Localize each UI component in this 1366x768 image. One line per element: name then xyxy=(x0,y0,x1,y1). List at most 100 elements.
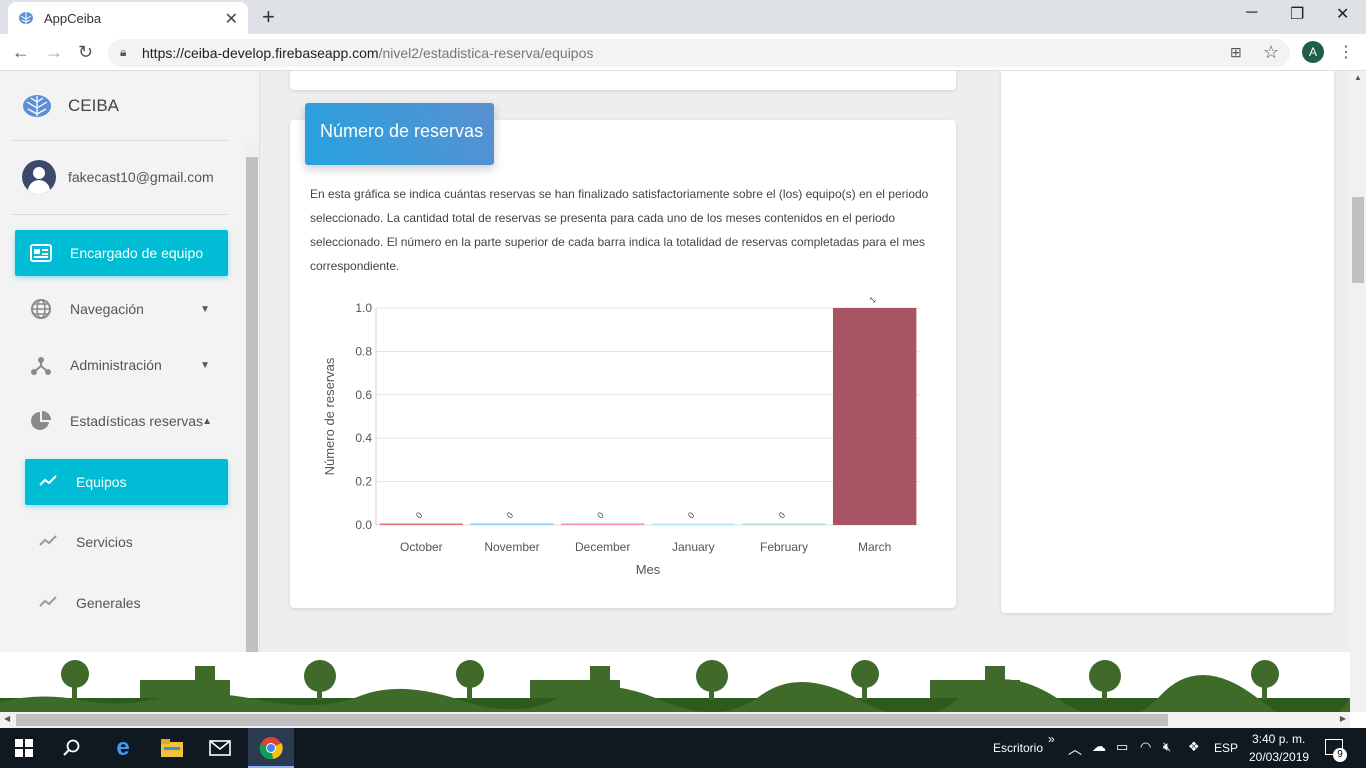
card-title: Número de reservas xyxy=(305,103,494,165)
x-tick-label: March xyxy=(858,540,891,554)
pie-chart-icon xyxy=(29,409,53,433)
bookmark-star-icon[interactable]: ☆ xyxy=(1263,42,1279,63)
divider xyxy=(12,140,228,141)
bar-january xyxy=(651,523,736,525)
sidebar-subitem-label: Equipos xyxy=(76,474,127,490)
y-tick-label: 0.0 xyxy=(355,518,372,532)
language-indicator[interactable]: ESP xyxy=(1214,741,1238,755)
y-tick-label: 0.8 xyxy=(355,344,372,358)
side-card xyxy=(1001,71,1334,613)
caret-down-icon: ▼ xyxy=(200,359,210,371)
mail-icon[interactable] xyxy=(208,736,232,760)
browser-menu-icon[interactable]: ⋮ xyxy=(1338,42,1354,62)
app-name: CEIBA xyxy=(68,96,120,115)
sidebar-item-encargado[interactable]: Encargado de equipo xyxy=(15,230,228,276)
sidebar-subitem-equipos[interactable]: Equipos xyxy=(25,459,228,505)
sidebar-item-label: Navegación xyxy=(70,301,144,317)
network-icon xyxy=(29,353,53,377)
sidebar-subitem-generales[interactable]: Generales xyxy=(25,580,228,626)
bar-value-label: 0 xyxy=(777,510,788,521)
caret-down-icon: ▼ xyxy=(200,303,210,315)
sidebar-item-administracion[interactable]: Administración ▼ xyxy=(15,342,228,388)
trending-icon xyxy=(39,534,59,550)
ceiba-tree-icon xyxy=(23,95,51,117)
bar-chart: 0.0 0.2 0.4 0.6 0.8 1.0 0 October 0 November 0 Dece… xyxy=(322,295,920,577)
back-icon[interactable]: ← xyxy=(12,42,30,63)
restore-icon[interactable]: ❐ xyxy=(1290,4,1304,24)
sidebar-item-label: Estadísticas reservas xyxy=(70,413,204,429)
dropbox-icon[interactable]: ❖ xyxy=(1188,739,1200,755)
edge-browser-icon[interactable]: e xyxy=(111,734,135,761)
browser-tab[interactable]: AppCeiba ✕ xyxy=(8,2,248,34)
new-tab-icon[interactable]: + xyxy=(262,4,275,30)
lock-icon: 🔒︎ xyxy=(120,45,127,59)
sidebar-subitem-servicios[interactable]: Servicios xyxy=(25,519,228,565)
reload-icon[interactable]: ↻ xyxy=(78,42,93,63)
clock-date[interactable]: 20/03/2019 xyxy=(1249,750,1309,764)
sidebar-item-navegacion[interactable]: Navegación ▼ xyxy=(15,286,228,332)
bar-november xyxy=(470,523,554,525)
tab-title: AppCeiba xyxy=(44,10,102,26)
file-explorer-icon[interactable] xyxy=(160,736,184,760)
search-icon[interactable] xyxy=(60,736,84,760)
sidebar: CEIBA fakecast10@gmail.com Encargado de … xyxy=(0,71,260,712)
forward-icon[interactable]: → xyxy=(45,42,63,63)
ceiba-tree-icon xyxy=(19,12,33,24)
y-tick-label: 1.0 xyxy=(355,301,372,315)
page-scrollbar[interactable]: ▲ xyxy=(1350,71,1366,712)
horizontal-scrollbar[interactable]: ◀ ▶ xyxy=(0,712,1350,728)
onedrive-cloud-icon[interactable]: ☁ xyxy=(1092,738,1106,755)
chrome-taskbar-button[interactable] xyxy=(248,728,294,768)
windows-start-icon[interactable] xyxy=(12,736,36,760)
sidebar-scrollbar[interactable] xyxy=(245,143,259,653)
url-host: https://ceiba-develop.firebaseapp.com xyxy=(142,45,379,61)
bar-october xyxy=(379,523,464,525)
desktop-label[interactable]: Escritorio xyxy=(993,741,1043,755)
url-field[interactable]: 🔒︎ https://ceiba-develop.firebaseapp.com… xyxy=(108,39,1290,67)
x-tick-label: October xyxy=(400,540,443,554)
close-window-icon[interactable]: ✕ xyxy=(1336,4,1349,24)
volume-muted-icon[interactable]: 🔇︎ xyxy=(1163,739,1171,755)
browser-tabbar: AppCeiba ✕ + ─ ❐ ✕ xyxy=(0,0,1366,34)
profile-avatar[interactable]: A xyxy=(1302,41,1324,63)
app-logo[interactable]: CEIBA xyxy=(22,93,119,119)
bar-value-label: 1 xyxy=(867,295,878,306)
clock-time[interactable]: 3:40 p. m. xyxy=(1252,732,1305,746)
sidebar-item-estadisticas[interactable]: Estadísticas reservas ▲ xyxy=(15,398,228,444)
battery-icon[interactable]: ▭ xyxy=(1116,739,1128,755)
y-tick-label: 0.2 xyxy=(355,475,372,489)
trending-icon xyxy=(39,595,59,611)
divider xyxy=(12,214,228,215)
user-avatar-icon xyxy=(22,160,56,194)
trending-icon xyxy=(39,474,59,490)
caret-up-icon: ▲ xyxy=(202,415,212,427)
user-email: fakecast10@gmail.com xyxy=(68,169,214,185)
reservations-card: Número de reservas En esta gráfica se in… xyxy=(290,103,956,608)
wifi-icon[interactable]: ◠ xyxy=(1140,739,1151,755)
newspaper-icon xyxy=(29,241,53,265)
notification-count: 9 xyxy=(1333,748,1347,762)
taskbar: e Escritorio » ︿ ☁ ▭ ◠ 🔇︎ ❖ ESP 3:40 p. … xyxy=(0,728,1366,768)
close-tab-icon[interactable]: ✕ xyxy=(225,9,238,29)
chevron-double-icon[interactable]: » xyxy=(1048,732,1055,746)
y-axis-title: Número de reservas xyxy=(322,357,337,475)
chrome-icon xyxy=(259,737,283,760)
x-axis-title: Mes xyxy=(636,562,661,577)
bar-march xyxy=(832,308,917,525)
caret-up-icon[interactable]: ︿ xyxy=(1068,739,1082,759)
sidebar-item-label: Encargado de equipo xyxy=(70,245,204,261)
bar-value-label: 0 xyxy=(414,510,425,521)
url-path: /nivel2/estadistica-reserva/equipos xyxy=(378,45,594,61)
y-tick-label: 0.4 xyxy=(355,431,372,445)
bar-value-label: 0 xyxy=(595,510,606,521)
minimize-icon[interactable]: ─ xyxy=(1246,4,1257,22)
x-tick-label: December xyxy=(575,540,630,554)
sidebar-subitem-label: Generales xyxy=(76,595,141,611)
bar-february xyxy=(742,523,826,525)
footer-landscape xyxy=(0,652,1350,712)
translate-icon[interactable]: ⊞ xyxy=(1230,44,1242,61)
x-tick-label: January xyxy=(672,540,715,554)
x-tick-label: November xyxy=(484,540,539,554)
bar-value-label: 0 xyxy=(686,510,697,521)
user-profile[interactable]: fakecast10@gmail.com xyxy=(22,160,214,194)
